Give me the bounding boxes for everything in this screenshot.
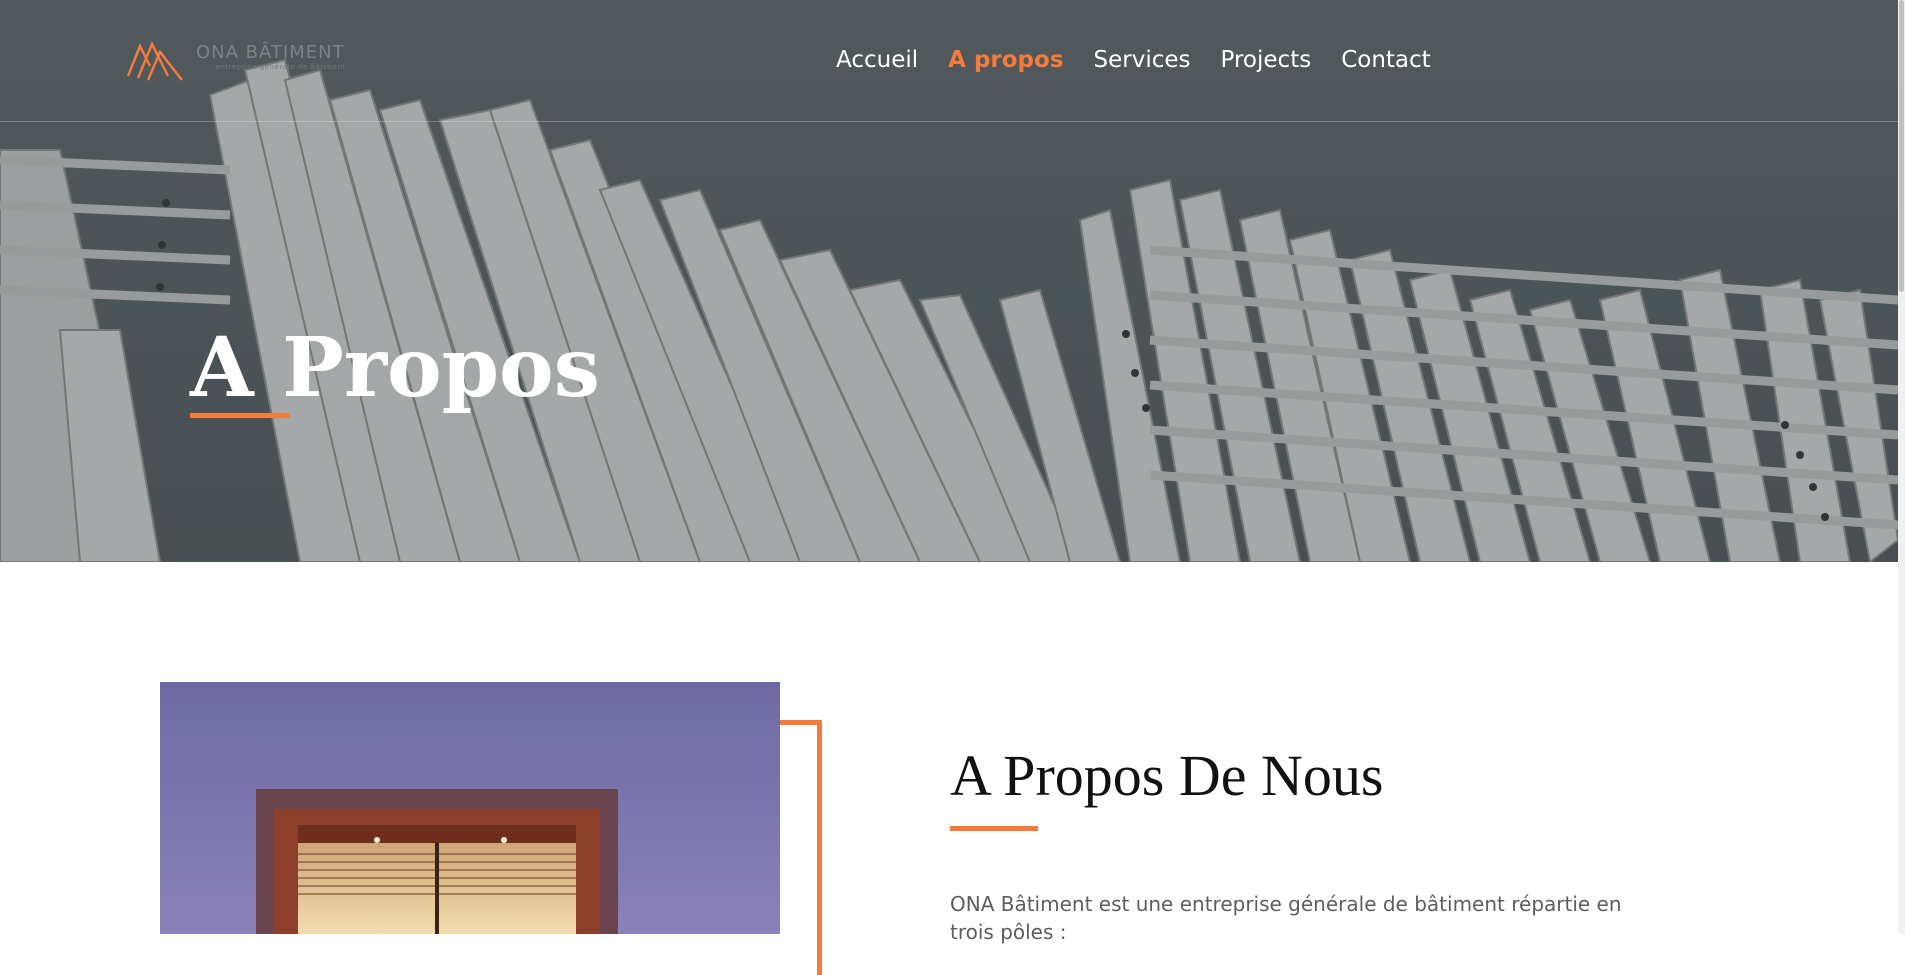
main-nav: Accueil A propos Services Projects Conta… — [836, 44, 1431, 76]
house-image — [160, 682, 780, 934]
nav-item-accueil[interactable]: Accueil — [836, 44, 918, 76]
mountain-logo-icon — [126, 40, 183, 81]
building-photo — [160, 682, 780, 934]
nav-item-a-propos[interactable]: A propos — [948, 44, 1063, 76]
scrollbar-thumb[interactable] — [1899, 0, 1904, 292]
nav-item-contact[interactable]: Contact — [1341, 44, 1430, 76]
about-intro-text: ONA Bâtiment est une entreprise générale… — [950, 892, 1622, 944]
nav-item-services[interactable]: Services — [1094, 44, 1191, 76]
site-header: ONA BÂTIMENT entreprise générale de bâti… — [0, 0, 1898, 122]
page-title: A Propos — [190, 320, 600, 416]
hero-banner: ONA BÂTIMENT entreprise générale de bâti… — [0, 0, 1898, 562]
title-underline — [190, 413, 290, 418]
nav-item-projects[interactable]: Projects — [1221, 44, 1312, 76]
page-scrollbar[interactable] — [1898, 0, 1905, 934]
logo-tagline: entreprise générale de bâtiment — [216, 64, 346, 71]
site-logo[interactable]: ONA BÂTIMENT entreprise générale de bâti… — [126, 38, 356, 82]
about-title: A Propos De Nous — [950, 743, 1384, 808]
logo-name: ONA BÂTIMENT — [196, 42, 345, 63]
about-title-underline — [950, 826, 1038, 831]
